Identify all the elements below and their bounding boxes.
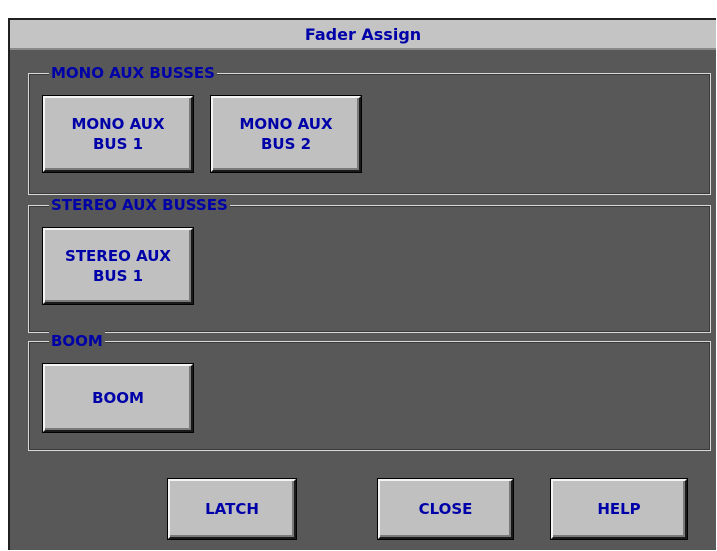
stereo-aux-busses-label: STEREO AUX BUSSES (49, 195, 230, 215)
fader-assign-window: Fader Assign MONO AUX BUSSES MONO AUX BU… (8, 18, 716, 550)
latch-button-label: LATCH (205, 500, 259, 518)
help-button[interactable]: HELP (551, 479, 687, 539)
boom-group: BOOM BOOM (28, 331, 711, 451)
help-button-label: HELP (597, 500, 641, 518)
mono-aux-bus-1-label: MONO AUX BUS 1 (71, 115, 165, 153)
stereo-aux-bus-1-label: STEREO AUX BUS 1 (65, 247, 171, 285)
stereo-aux-busses-group: STEREO AUX BUSSES STEREO AUX BUS 1 (28, 195, 711, 333)
window-title: Fader Assign (10, 20, 716, 50)
mono-aux-busses-group: MONO AUX BUSSES MONO AUX BUS 1 MONO AUX … (28, 63, 711, 195)
mono-aux-bus-2-button[interactable]: MONO AUX BUS 2 (211, 96, 361, 172)
boom-button-label: BOOM (92, 389, 144, 407)
stereo-aux-bus-1-button[interactable]: STEREO AUX BUS 1 (43, 228, 193, 304)
boom-button[interactable]: BOOM (43, 364, 193, 432)
latch-button[interactable]: LATCH (168, 479, 296, 539)
mono-aux-busses-label: MONO AUX BUSSES (49, 63, 217, 83)
mono-aux-bus-1-button[interactable]: MONO AUX BUS 1 (43, 96, 193, 172)
close-button-label: CLOSE (418, 500, 473, 518)
mono-aux-bus-2-label: MONO AUX BUS 2 (239, 115, 333, 153)
boom-label: BOOM (49, 331, 105, 351)
close-button[interactable]: CLOSE (378, 479, 513, 539)
